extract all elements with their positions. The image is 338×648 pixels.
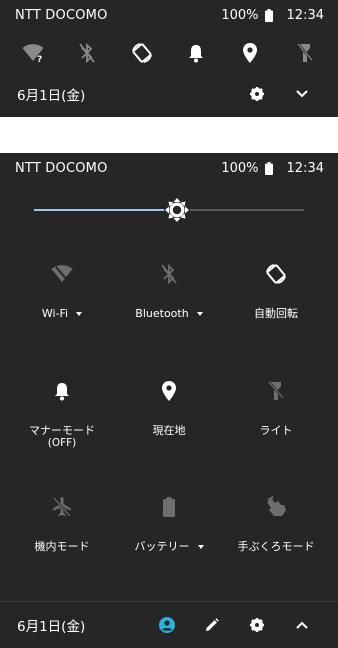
tile-label-row: ライト bbox=[220, 424, 332, 437]
tile-bluetooth[interactable]: Bluetooth bbox=[113, 261, 225, 320]
quick-settings-row: ? bbox=[0, 37, 338, 69]
dropdown-caret-icon[interactable] bbox=[197, 545, 204, 549]
glove-mode-icon bbox=[220, 494, 332, 520]
auto-rotate-icon[interactable] bbox=[130, 41, 154, 65]
tile-sublabel: (OFF) bbox=[47, 437, 77, 449]
tile-auto-rotate[interactable]: 自動回転 bbox=[220, 261, 332, 320]
tile-manner-mode[interactable]: マナーモード (OFF) bbox=[6, 378, 118, 450]
expand-chevron-down-icon[interactable] bbox=[279, 78, 324, 110]
tile-label: 現在地 bbox=[152, 424, 186, 437]
wifi-off-icon bbox=[6, 261, 118, 287]
tile-label-row: 自動回転 bbox=[220, 307, 332, 320]
auto-rotate-icon bbox=[220, 261, 332, 287]
tile-label: バッテリー bbox=[134, 540, 190, 553]
clock: 12:34 bbox=[286, 160, 324, 176]
date-label: 6月1日(金) bbox=[17, 88, 86, 104]
svg-text:?: ? bbox=[37, 55, 42, 63]
tile-label-row: 手ぶくろモード bbox=[220, 540, 332, 553]
status-bar: NTT DOCOMO 100% 12:34 bbox=[0, 0, 338, 30]
battery-percent: 100% bbox=[221, 7, 259, 23]
bell-icon[interactable] bbox=[184, 41, 208, 65]
battery-icon bbox=[264, 161, 273, 175]
status-bar-expanded: NTT DOCOMO 100% 12:34 bbox=[0, 153, 338, 183]
footer-actions bbox=[144, 609, 324, 641]
edit-pencil-icon[interactable] bbox=[189, 609, 234, 641]
user-account-icon[interactable] bbox=[144, 609, 189, 641]
bluetooth-off-icon bbox=[113, 261, 225, 287]
date-label: 6月1日(金) bbox=[17, 619, 86, 635]
tile-label: ライト bbox=[259, 424, 293, 437]
dropdown-caret-icon[interactable] bbox=[196, 312, 203, 316]
date-row: 6月1日(金) bbox=[0, 71, 338, 117]
bell-icon bbox=[6, 378, 118, 404]
wifi-question-icon[interactable]: ? bbox=[21, 41, 45, 65]
battery-saver-icon bbox=[113, 494, 225, 520]
flashlight-off-icon bbox=[220, 378, 332, 404]
carrier-name: NTT DOCOMO bbox=[15, 160, 108, 176]
tile-glove-mode[interactable]: 手ぶくろモード bbox=[220, 494, 332, 553]
dropdown-caret-icon[interactable] bbox=[76, 312, 83, 316]
tile-label: マナーモード bbox=[29, 424, 95, 437]
battery-percent: 100% bbox=[221, 160, 259, 176]
brightness-track-empty bbox=[177, 209, 304, 211]
bluetooth-off-icon[interactable] bbox=[75, 41, 99, 65]
tile-label-row: 現在地 bbox=[113, 424, 225, 437]
settings-gear-icon[interactable] bbox=[234, 78, 279, 110]
settings-gear-icon[interactable] bbox=[234, 609, 279, 641]
flashlight-off-icon[interactable] bbox=[293, 41, 317, 65]
notification-shade-expanded: NTT DOCOMO 100% 12:34 Wi-Fi Bluetooth 自動… bbox=[0, 153, 338, 648]
tile-label-row: 機内モード bbox=[6, 540, 118, 553]
tile-location[interactable]: 現在地 bbox=[113, 378, 225, 437]
airplane-off-icon bbox=[6, 494, 118, 520]
battery-icon bbox=[264, 8, 273, 22]
tile-airplane-mode[interactable]: 機内モード bbox=[6, 494, 118, 553]
notification-shade-collapsed: NTT DOCOMO 100% 12:34 ? 6月1日(金) bbox=[0, 0, 338, 117]
tile-flashlight[interactable]: ライト bbox=[220, 378, 332, 437]
date-row-actions bbox=[234, 78, 324, 110]
tile-label-row: Wi-Fi bbox=[6, 307, 118, 320]
status-right: 100% 12:34 bbox=[221, 8, 324, 23]
brightness-sun-icon[interactable] bbox=[164, 197, 190, 223]
brightness-track-filled bbox=[34, 209, 177, 211]
carrier-name: NTT DOCOMO bbox=[15, 7, 108, 23]
location-icon bbox=[113, 378, 225, 404]
tile-label: 手ぶくろモード bbox=[237, 540, 315, 553]
tile-label-row: Bluetooth bbox=[113, 307, 225, 320]
tile-label-row: マナーモード (OFF) bbox=[6, 424, 118, 450]
tile-label: 自動回転 bbox=[254, 307, 298, 320]
location-icon[interactable] bbox=[238, 41, 262, 65]
tile-label: Bluetooth bbox=[135, 307, 189, 320]
tile-label: Wi-Fi bbox=[41, 307, 69, 320]
tile-battery[interactable]: バッテリー bbox=[113, 494, 225, 553]
collapse-chevron-up-icon[interactable] bbox=[279, 609, 324, 641]
tile-label: 機内モード bbox=[34, 540, 90, 553]
clock: 12:34 bbox=[286, 7, 324, 23]
status-right: 100% 12:34 bbox=[221, 161, 324, 176]
tile-wifi[interactable]: Wi-Fi bbox=[6, 261, 118, 320]
footer-row: 6月1日(金) bbox=[0, 602, 338, 648]
tile-label-row: バッテリー bbox=[113, 540, 225, 553]
brightness-slider[interactable] bbox=[34, 197, 304, 223]
